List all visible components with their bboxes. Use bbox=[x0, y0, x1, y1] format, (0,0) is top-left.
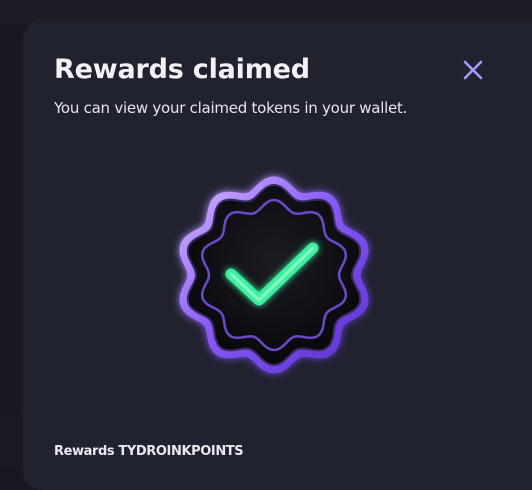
checkmark-badge-icon bbox=[179, 176, 369, 374]
rewards-token-label: Rewards TYDROINKPOINTS bbox=[54, 444, 244, 459]
close-button[interactable] bbox=[461, 58, 485, 82]
modal-subtitle: You can view your claimed tokens in your… bbox=[54, 99, 408, 117]
modal-title: Rewards claimed bbox=[54, 54, 310, 85]
close-icon bbox=[463, 60, 483, 80]
rewards-claimed-modal: Rewards claimed You can view your claime… bbox=[23, 20, 532, 490]
